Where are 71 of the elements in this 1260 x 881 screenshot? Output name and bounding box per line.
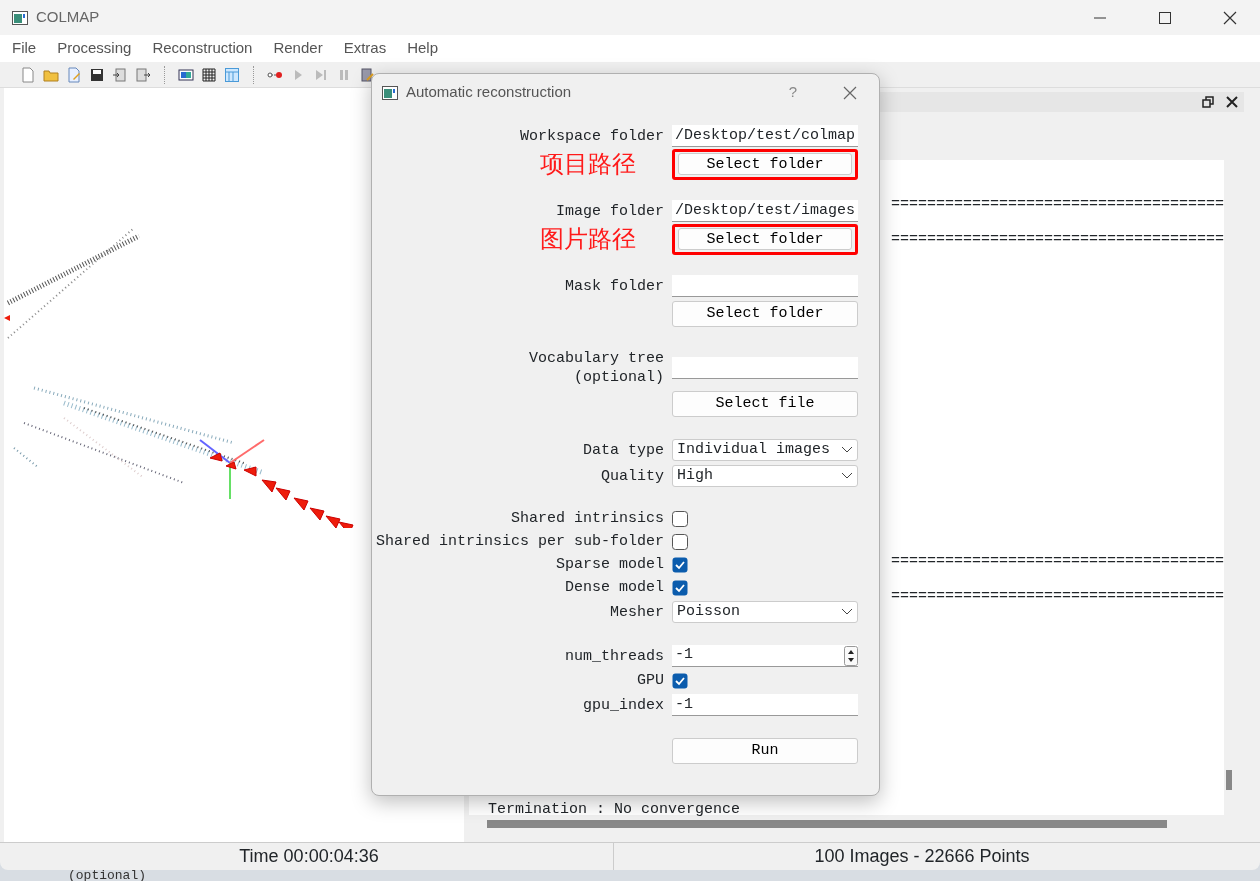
save-icon[interactable]	[89, 66, 105, 83]
status-summary: 100 Images - 22666 Points	[813, 845, 1031, 868]
select-button[interactable]: Select file	[672, 391, 858, 417]
import-icon[interactable]	[112, 66, 128, 83]
spin-arrows-icon[interactable]	[844, 645, 858, 666]
dialog-title: Automatic reconstruction	[406, 82, 572, 103]
input-field[interactable]: -1	[672, 694, 858, 716]
field-label: gpu_index	[583, 696, 664, 714]
field-label: Dense model	[564, 579, 664, 596]
field-label: Workspace folder	[519, 127, 664, 145]
field-label: Mesher	[610, 603, 664, 621]
restore-icon[interactable]	[1202, 96, 1214, 108]
separator-line: =====================================	[890, 197, 1224, 213]
field-label: Image folder	[555, 202, 664, 220]
background-text: (optional)	[68, 867, 146, 881]
menu-item[interactable]: Help	[401, 37, 444, 60]
checkbox[interactable]	[672, 533, 688, 550]
input-field[interactable]: /Desktop/test/colmap	[672, 125, 858, 147]
export-icon[interactable]	[135, 66, 151, 83]
run-button[interactable]: Run	[672, 738, 858, 764]
checkbox[interactable]	[672, 672, 688, 689]
log-line: Termination : No convergence	[487, 802, 742, 818]
separator-line: =====================================	[890, 554, 1224, 570]
status-time: Time 00:00:04:36	[0, 843, 614, 870]
table-icon[interactable]	[224, 66, 240, 83]
grid-icon[interactable]	[201, 66, 217, 83]
spin-box[interactable]: -1	[672, 645, 858, 667]
select-button[interactable]: Select folder	[672, 301, 858, 327]
field-label: Vocabulary tree (optional)	[528, 350, 664, 386]
field-label: Mask folder	[564, 277, 664, 295]
app-icon	[12, 10, 28, 25]
checkbox[interactable]	[672, 556, 688, 573]
menu-item[interactable]: Processing	[51, 37, 138, 60]
maximize-icon[interactable]	[1157, 9, 1173, 26]
field-label: Shared intrinsics per sub-folder	[375, 533, 664, 550]
menu-item[interactable]: Render	[267, 37, 329, 60]
input-field[interactable]: /Desktop/test/images	[672, 200, 858, 222]
edit-file-icon[interactable]	[66, 66, 82, 83]
field-label: GPU	[637, 672, 664, 689]
image-icon[interactable]	[178, 66, 194, 83]
select-button[interactable]: Select folder	[678, 153, 852, 176]
close-icon[interactable]	[1226, 96, 1238, 108]
menu-item[interactable]: Reconstruction	[146, 37, 259, 60]
close-icon[interactable]	[1222, 9, 1238, 26]
separator-line: =====================================	[890, 232, 1224, 248]
separator-line: =====================================	[890, 589, 1224, 605]
field-label: Sparse model	[555, 556, 664, 573]
dropdown[interactable]: Poisson	[672, 601, 858, 623]
chevron-icon	[841, 446, 853, 454]
field-label: num_threads	[564, 647, 664, 665]
menu-item[interactable]: File	[6, 37, 43, 60]
checkbox[interactable]	[672, 579, 688, 596]
horizontal-scrollbar[interactable]	[487, 820, 1167, 828]
dropdown[interactable]: High	[672, 465, 858, 487]
app-icon	[382, 85, 398, 100]
new-file-icon[interactable]	[20, 66, 36, 83]
field-label: Shared intrinsics	[510, 510, 664, 527]
chevron-icon	[841, 472, 853, 480]
annotation-text: 项目路径	[540, 150, 636, 178]
vertical-scrollbar[interactable]	[1226, 770, 1232, 790]
chevron-icon	[841, 608, 853, 616]
input-field[interactable]	[672, 275, 858, 297]
annotation-text: 图片路径	[540, 225, 636, 253]
menu-item[interactable]: Extras	[337, 37, 393, 60]
window-title: COLMAP	[36, 7, 100, 28]
input-field[interactable]	[672, 357, 858, 379]
checkbox[interactable]	[672, 510, 688, 527]
dropdown[interactable]: Individual images	[672, 439, 858, 461]
field-label: Quality	[601, 467, 664, 485]
field-label: Data type	[583, 441, 664, 459]
select-button[interactable]: Select folder	[678, 228, 852, 251]
